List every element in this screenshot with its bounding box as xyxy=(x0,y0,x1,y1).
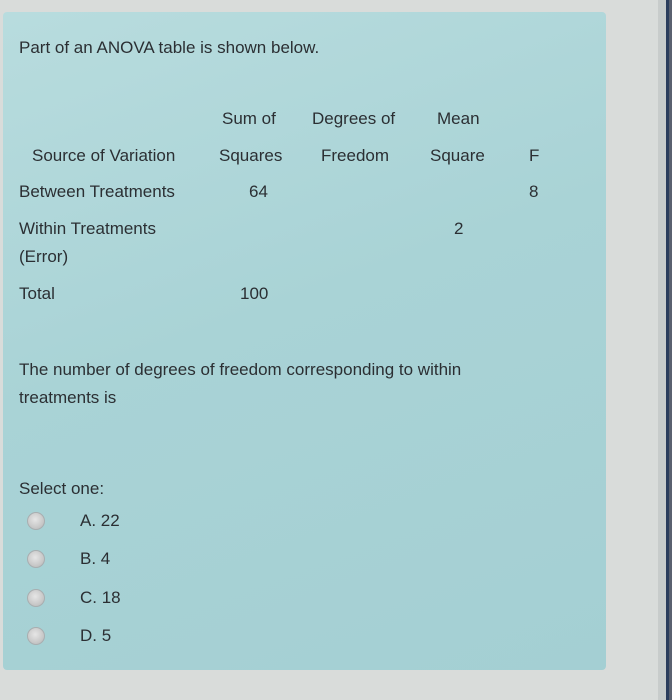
screen-edge xyxy=(658,0,672,700)
option-label: A. 22 xyxy=(80,511,120,530)
row-total-ss: 100 xyxy=(240,284,269,303)
header-ms-line1: Mean xyxy=(437,109,480,128)
header-source: Source of Variation xyxy=(32,146,176,165)
select-one-label: Select one: xyxy=(19,479,105,498)
option-c[interactable]: C. 18 xyxy=(27,585,121,611)
radio-button-icon[interactable] xyxy=(27,589,45,607)
option-label: B. 4 xyxy=(80,549,111,568)
row-total-source: Total xyxy=(19,284,55,303)
header-df-line1: Degrees of xyxy=(312,109,396,128)
header-df-line2: Freedom xyxy=(321,146,390,165)
header-ms-line2: Square xyxy=(430,146,485,165)
row-between-f: 8 xyxy=(529,182,539,201)
header-ss-line2: Squares xyxy=(219,146,283,165)
option-label: C. 18 xyxy=(80,588,121,607)
row-between-source: Between Treatments xyxy=(19,182,175,201)
radio-button-icon[interactable] xyxy=(27,512,45,530)
question-text: The number of degrees of freedom corresp… xyxy=(19,360,462,407)
question-card: Part of an ANOVA table is shown below. S… xyxy=(3,12,606,670)
row-within-source-sub: (Error) xyxy=(19,247,69,266)
row-within-ms: 2 xyxy=(454,219,464,238)
header-ss-line1: Sum of xyxy=(222,109,276,128)
option-d[interactable]: D. 5 xyxy=(27,623,111,649)
option-label: D. 5 xyxy=(80,626,112,645)
row-within-source: Within Treatments xyxy=(19,219,156,238)
row-between-ss: 64 xyxy=(249,182,268,201)
question-intro: Part of an ANOVA table is shown below. xyxy=(19,38,320,57)
header-f: F xyxy=(529,146,540,165)
radio-button-icon[interactable] xyxy=(27,550,45,568)
option-a[interactable]: A. 22 xyxy=(27,508,120,534)
option-b[interactable]: B. 4 xyxy=(27,546,110,572)
radio-button-icon[interactable] xyxy=(27,627,45,645)
